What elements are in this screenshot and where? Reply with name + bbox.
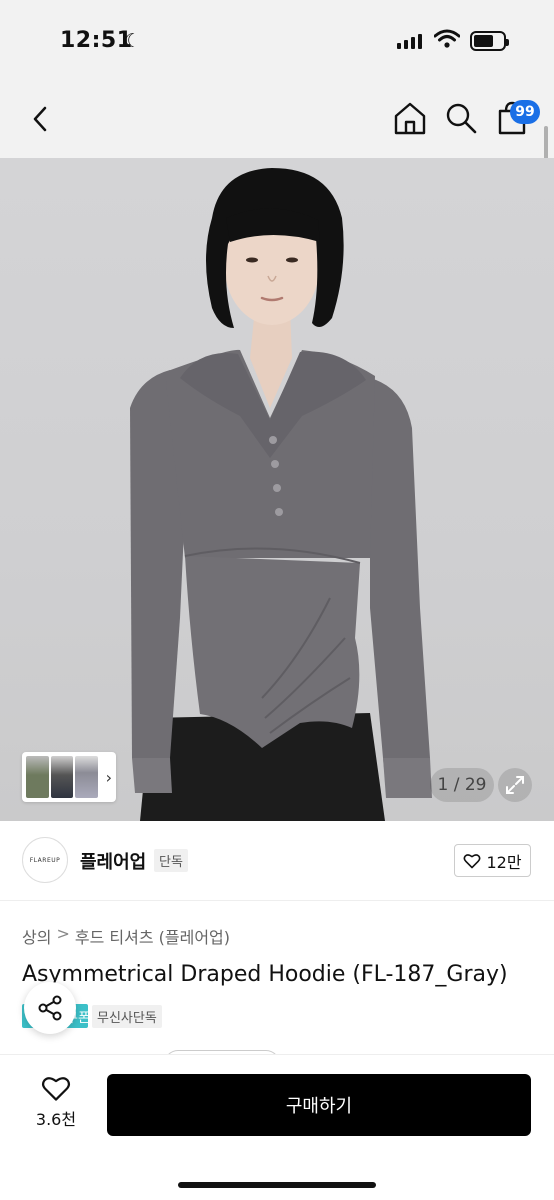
- thumbnail[interactable]: [75, 756, 98, 798]
- brand-name[interactable]: 플레어업: [80, 848, 146, 874]
- signal-icon: [397, 33, 422, 49]
- heart-icon: [41, 1077, 71, 1101]
- brand-like-button[interactable]: 12만: [454, 844, 531, 877]
- buy-button[interactable]: 구매하기: [107, 1074, 531, 1136]
- brand-logo[interactable]: FLAREUP: [22, 837, 68, 883]
- search-icon[interactable]: [443, 100, 479, 136]
- battery-icon: [470, 31, 509, 51]
- musinsa-exclusive-tag: 무신사단독: [92, 1005, 162, 1028]
- expand-icon: [506, 776, 524, 794]
- gallery-thumbnails[interactable]: ›: [22, 752, 116, 802]
- expand-button[interactable]: [498, 768, 532, 802]
- chevron-right-icon: ›: [105, 767, 112, 787]
- share-button[interactable]: [24, 982, 76, 1034]
- thumbnail[interactable]: [26, 756, 49, 798]
- back-button[interactable]: [24, 102, 56, 136]
- model-photo: [130, 168, 432, 821]
- breadcrumb: 상의 > 후드 티셔츠 (플레어업): [22, 924, 230, 948]
- brand-exclusive-tag: 단독: [154, 849, 188, 872]
- brand-like-count: 12만: [486, 852, 522, 872]
- image-counter: 1 / 29: [430, 768, 494, 802]
- purchase-bar: 3.6천 구매하기: [0, 1054, 554, 1200]
- wishlist-count: 3.6천: [35, 1110, 77, 1129]
- breadcrumb-category[interactable]: 상의: [22, 924, 51, 948]
- wifi-icon: [434, 29, 460, 48]
- status-bar: 12:51 ☾: [0, 0, 554, 80]
- nav-bar: [0, 80, 554, 158]
- brand-row: FLAREUP 플레어업 단독 12만: [0, 821, 554, 901]
- thumbnail[interactable]: [50, 756, 74, 798]
- status-time: 12:51: [60, 28, 133, 53]
- wishlist-button[interactable]: 3.6천: [30, 1075, 82, 1135]
- product-title: Asymmetrical Draped Hoodie (FL-187_Gray): [22, 962, 508, 987]
- home-icon[interactable]: [392, 100, 428, 136]
- breadcrumb-subcategory[interactable]: 후드 티셔츠 (플레어업): [75, 924, 230, 948]
- product-image[interactable]: [0, 158, 554, 821]
- chevron-left-icon: [33, 106, 47, 132]
- share-icon: [38, 995, 62, 1021]
- heart-icon: [463, 853, 481, 868]
- cart-badge: 99: [510, 100, 540, 124]
- moon-icon: ☾: [124, 30, 142, 52]
- home-indicator[interactable]: [178, 1182, 376, 1188]
- breadcrumb-separator: >: [56, 924, 70, 943]
